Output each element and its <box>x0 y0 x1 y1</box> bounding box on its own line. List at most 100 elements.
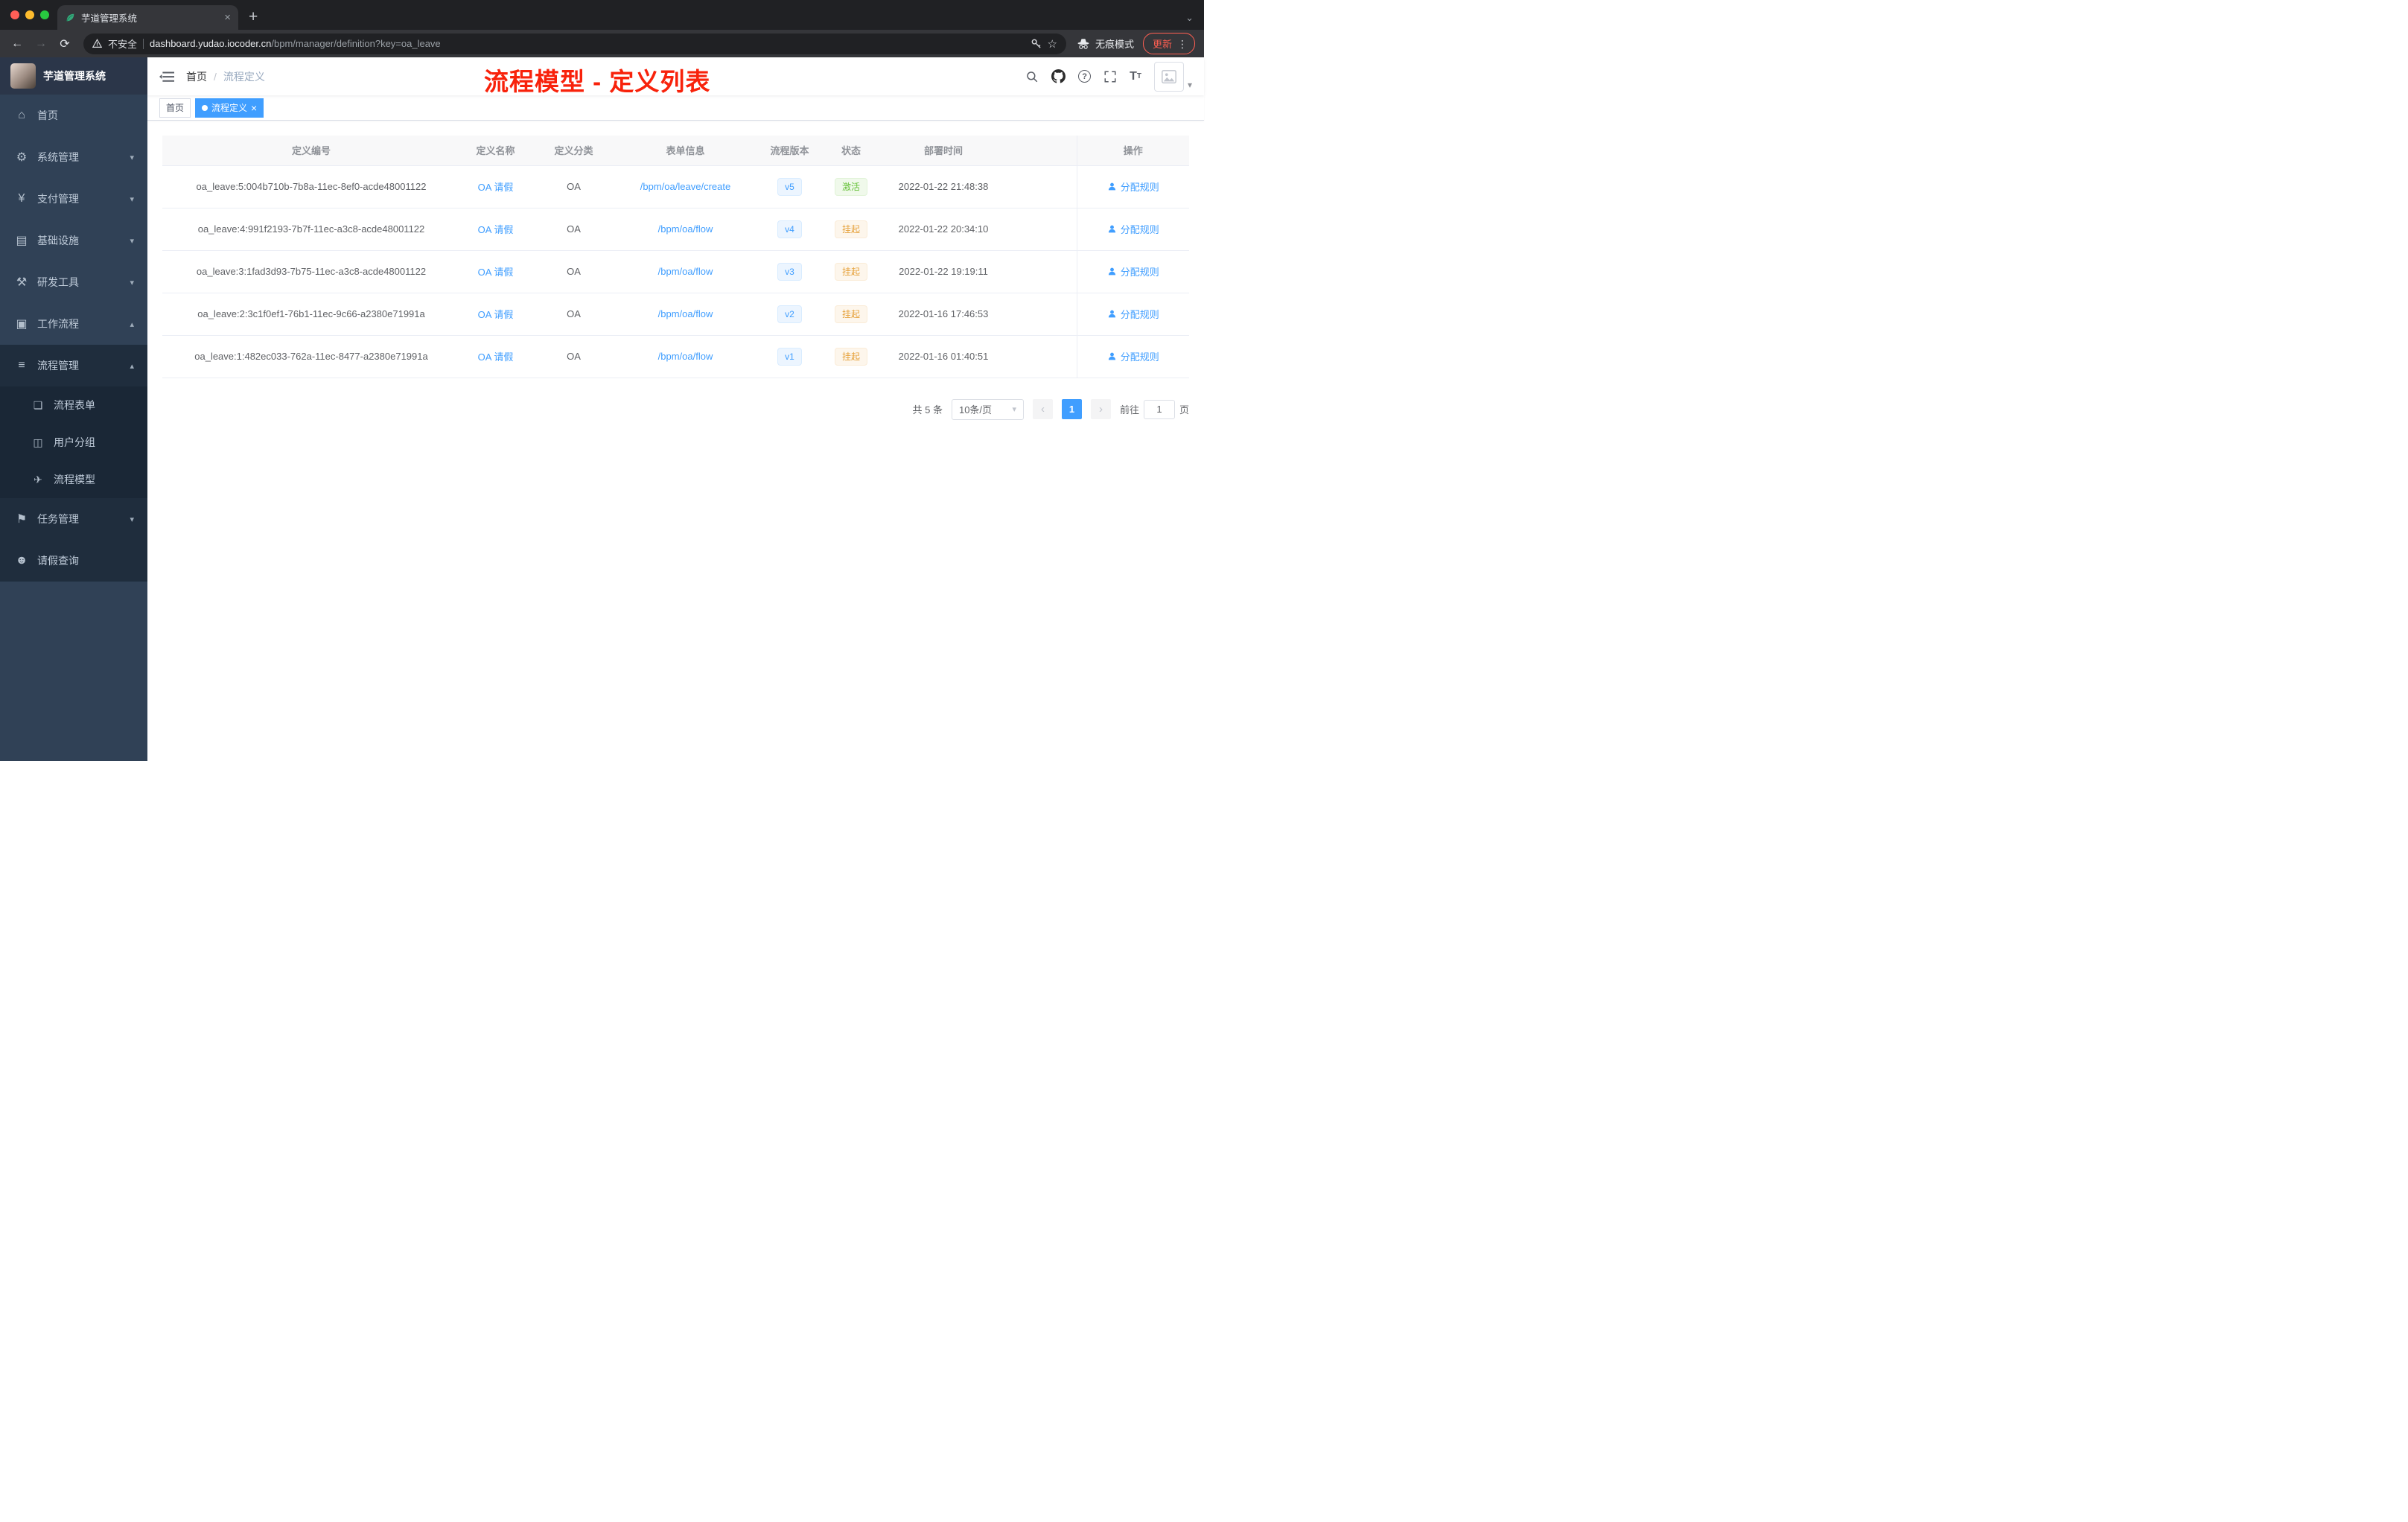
assign-rule-link[interactable]: 分配规则 <box>1107 349 1159 363</box>
cell-definition-category: OA <box>531 335 617 378</box>
help-icon[interactable]: ? <box>1078 70 1092 83</box>
assign-rule-link[interactable]: 分配规则 <box>1107 179 1159 194</box>
home-icon: ⌂ <box>18 109 25 121</box>
new-tab-button[interactable]: + <box>249 9 258 25</box>
task-icon: ⚑ <box>16 513 28 526</box>
font-size-icon[interactable]: TT <box>1130 70 1141 83</box>
password-key-icon[interactable] <box>1031 38 1042 49</box>
definition-name-link[interactable]: OA 请假 <box>478 309 514 320</box>
sidebar-item-leave-query[interactable]: ☻ 请假查询 <box>0 540 147 582</box>
form-info-link[interactable]: /bpm/oa/flow <box>658 223 713 235</box>
column-header-definition-category: 定义分类 <box>531 136 617 166</box>
cell-definition-id: oa_leave:2:3c1f0ef1-76b1-11ec-9c66-a2380… <box>162 293 460 336</box>
annotation-text: 流程模型 - 定义列表 <box>484 68 711 95</box>
tab-search-icon[interactable]: ⌄ <box>1185 13 1194 22</box>
sidebar-item-process-form[interactable]: ❏ 流程表单 <box>0 386 147 424</box>
version-tag: v2 <box>777 305 802 323</box>
form-info-link[interactable]: /bpm/oa/flow <box>658 308 713 319</box>
breadcrumb-home[interactable]: 首页 <box>186 69 207 84</box>
assign-rule-link[interactable]: 分配规则 <box>1107 264 1159 278</box>
definition-name-link[interactable]: OA 请假 <box>478 224 514 235</box>
sidebar-item-label: 流程表单 <box>54 399 95 411</box>
column-header-operation: 操作 <box>1076 136 1189 166</box>
caret-down-icon: ▾ <box>1187 79 1192 90</box>
search-icon[interactable] <box>1025 70 1039 83</box>
github-icon[interactable] <box>1051 69 1066 83</box>
tag-process-definition[interactable]: 流程定义 × <box>195 98 264 118</box>
sidebar-item-user-group[interactable]: ◫ 用户分组 <box>0 424 147 461</box>
sidebar-item-process-management[interactable]: ≡ 流程管理 ▴ <box>0 345 147 386</box>
address-bar[interactable]: 不安全 dashboard.yudao.iocoder.cn/bpm/manag… <box>83 33 1066 54</box>
next-page-button[interactable]: › <box>1090 399 1111 419</box>
cell-definition-category: OA <box>531 208 617 251</box>
window-controls <box>10 10 49 19</box>
forward-button[interactable]: → <box>30 34 52 54</box>
tab-close-icon[interactable]: × <box>224 12 231 23</box>
tag-home[interactable]: 首页 <box>159 98 191 118</box>
user-avatar-wrap[interactable]: ▾ <box>1153 61 1192 92</box>
incognito-icon <box>1077 38 1089 49</box>
process-management-icon: ≡ <box>18 359 25 372</box>
browser-menu-icon[interactable]: ⋮ <box>1177 39 1188 49</box>
avatar[interactable] <box>1153 61 1184 92</box>
version-tag: v5 <box>777 177 802 196</box>
reload-button[interactable]: ⟳ <box>54 34 76 54</box>
navbar-actions: ? TT ▾ <box>1025 61 1192 92</box>
sidebar-item-process-model[interactable]: ✈ 流程模型 <box>0 461 147 498</box>
goto-page: 前往 页 <box>1120 399 1189 419</box>
cell-definition-id: oa_leave:3:1fad3d93-7b75-11ec-a3c8-acde4… <box>162 250 460 293</box>
prev-page-button[interactable]: ‹ <box>1032 399 1053 419</box>
sidebar-item-payment[interactable]: ¥ 支付管理 ▾ <box>0 178 147 220</box>
cell-deploy-time: 2022-01-22 20:34:10 <box>877 208 1010 251</box>
page-number-button[interactable]: 1 <box>1061 399 1082 419</box>
goto-page-input[interactable] <box>1143 399 1175 419</box>
tag-close-icon[interactable]: × <box>251 103 257 113</box>
bookmark-star-icon[interactable]: ☆ <box>1048 37 1057 51</box>
close-window-button[interactable] <box>10 10 19 19</box>
browser-tab[interactable]: 芋道管理系统 × <box>57 5 238 30</box>
sidebar-item-home[interactable]: ⌂ 首页 <box>0 95 147 136</box>
page-size-select[interactable]: 10条/页 ▾ <box>951 398 1024 420</box>
user-icon <box>1108 267 1115 276</box>
version-tag: v4 <box>777 220 802 238</box>
fullscreen-icon[interactable] <box>1103 70 1117 83</box>
zoom-window-button[interactable] <box>40 10 49 19</box>
status-tag: 激活 <box>834 177 867 196</box>
sidebar-item-task-management[interactable]: ⚑ 任务管理 ▾ <box>0 498 147 540</box>
cell-deploy-time: 2022-01-22 19:19:11 <box>877 250 1010 293</box>
sidebar-item-workflow[interactable]: ▣ 工作流程 ▴ <box>0 303 147 345</box>
definition-table: 定义编号 定义名称 定义分类 表单信息 流程版本 状态 部署时间 操作 oa_l… <box>162 136 1189 378</box>
user-icon <box>1108 182 1115 191</box>
chevron-down-icon: ▾ <box>130 236 134 246</box>
chevron-down-icon: ▾ <box>130 278 134 287</box>
definition-name-link[interactable]: OA 请假 <box>478 182 514 193</box>
update-label: 更新 <box>1152 39 1172 50</box>
tags-view: 首页 流程定义 × <box>147 95 1204 121</box>
status-tag: 挂起 <box>834 220 867 238</box>
minimize-window-button[interactable] <box>25 10 34 19</box>
form-info-link[interactable]: /bpm/oa/flow <box>658 351 713 362</box>
update-chip[interactable]: 更新 ⋮ <box>1142 33 1195 54</box>
sidebar-item-devtools[interactable]: ⚒ 研发工具 ▾ <box>0 261 147 303</box>
back-button[interactable]: ← <box>6 34 28 54</box>
chevron-down-icon: ▾ <box>130 194 134 204</box>
process-model-icon: ✈ <box>34 473 42 485</box>
cell-filler <box>1010 208 1077 251</box>
definition-name-link[interactable]: OA 请假 <box>478 267 514 278</box>
form-info-link[interactable]: /bpm/oa/leave/create <box>640 181 730 192</box>
cell-definition-category: OA <box>531 250 617 293</box>
cell-filler <box>1010 165 1077 208</box>
url-path: /bpm/manager/definition?key=oa_leave <box>271 38 441 49</box>
form-info-link[interactable]: /bpm/oa/flow <box>658 266 713 277</box>
status-tag: 挂起 <box>834 262 867 281</box>
definition-name-link[interactable]: OA 请假 <box>478 351 514 363</box>
sidebar-logo[interactable]: 芋道管理系统 <box>0 57 147 95</box>
status-tag: 挂起 <box>834 347 867 366</box>
user-group-icon: ◫ <box>33 436 43 448</box>
assign-rule-link[interactable]: 分配规则 <box>1107 307 1159 321</box>
hamburger-icon[interactable] <box>159 69 174 84</box>
sidebar-item-infrastructure[interactable]: ▤ 基础设施 ▾ <box>0 220 147 261</box>
assign-rule-link[interactable]: 分配规则 <box>1107 222 1159 236</box>
sidebar-item-system[interactable]: ⚙ 系统管理 ▾ <box>0 136 147 178</box>
cell-definition-id: oa_leave:4:991f2193-7b7f-11ec-a3c8-acde4… <box>162 208 460 251</box>
